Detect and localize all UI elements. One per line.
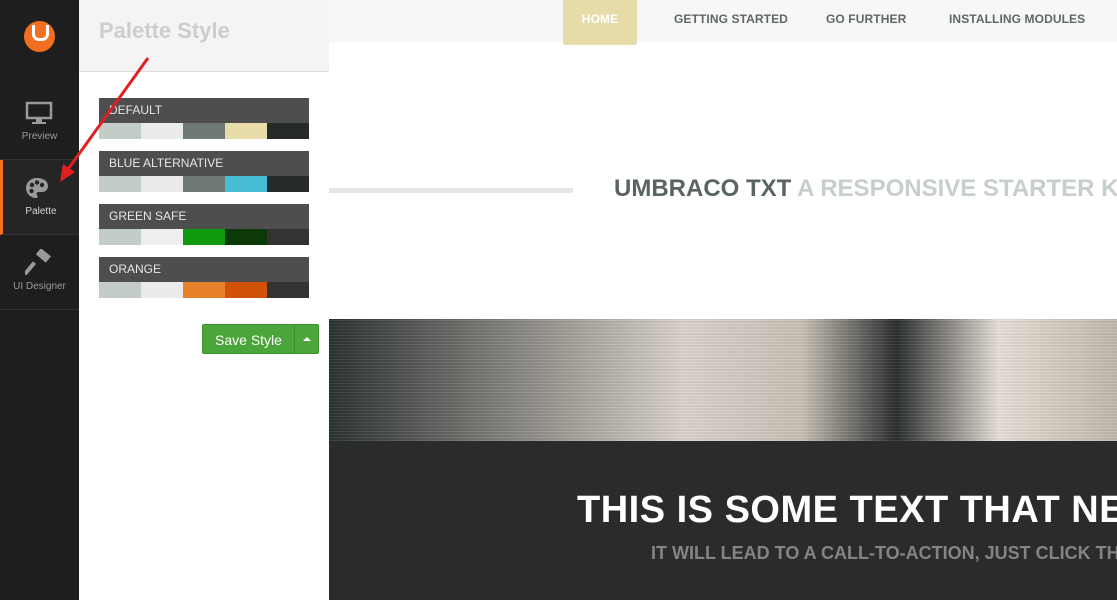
color-swatch bbox=[183, 176, 225, 192]
nav-home[interactable]: HOME bbox=[563, 0, 637, 45]
hero-banner: THIS IS SOME TEXT THAT NEEDS IT WILL LEA… bbox=[329, 319, 1117, 600]
palette-name: ORANGE bbox=[99, 257, 309, 282]
color-swatch bbox=[141, 123, 183, 139]
site-preview: HOME GETTING STARTED GO FURTHER INSTALLI… bbox=[329, 0, 1117, 600]
palette-option-green-safe[interactable]: GREEN SAFE bbox=[99, 204, 309, 245]
sidebar-item-label: Preview bbox=[21, 131, 58, 142]
editor-sidebar: Preview Palette UI Designer bbox=[0, 0, 79, 600]
divider-line bbox=[329, 188, 573, 193]
site-navbar: HOME GETTING STARTED GO FURTHER INSTALLI… bbox=[329, 0, 1117, 45]
color-swatch bbox=[225, 282, 267, 298]
sidebar-item-label: UI Designer bbox=[13, 281, 66, 292]
sidebar-item-ui-designer[interactable]: UI Designer bbox=[0, 235, 79, 310]
site-tagline: UMBRACO TXT A RESPONSIVE STARTER KIT FOR… bbox=[614, 175, 1117, 203]
hammer-icon bbox=[25, 249, 51, 276]
palette-name: BLUE ALTERNATIVE bbox=[99, 151, 309, 176]
hero-image bbox=[329, 319, 1117, 441]
palette-option-blue-alternative[interactable]: BLUE ALTERNATIVE bbox=[99, 151, 309, 192]
palette-name: DEFAULT bbox=[99, 98, 309, 123]
color-swatch bbox=[225, 123, 267, 139]
color-swatch bbox=[267, 229, 309, 245]
hero-subheading: IT WILL LEAD TO A CALL-TO-ACTION, JUST C… bbox=[651, 543, 1117, 563]
palette-name: GREEN SAFE bbox=[99, 204, 309, 229]
color-swatch bbox=[225, 176, 267, 192]
hero-heading: THIS IS SOME TEXT THAT NEEDS bbox=[577, 489, 1117, 531]
nav-installing-modules[interactable]: INSTALLING MODULES bbox=[949, 0, 1085, 42]
palette-option-orange[interactable]: ORANGE bbox=[99, 257, 309, 298]
sidebar-item-preview[interactable]: Preview bbox=[0, 85, 79, 160]
caret-up-icon bbox=[303, 337, 311, 341]
color-swatch bbox=[183, 229, 225, 245]
nav-go-further[interactable]: GO FURTHER bbox=[826, 0, 906, 42]
palette-icon bbox=[26, 178, 48, 198]
palette-option-default[interactable]: DEFAULT bbox=[99, 98, 309, 139]
color-swatch bbox=[267, 282, 309, 298]
tagline-rest: A RESPONSIVE STARTER KIT FOR U bbox=[797, 175, 1117, 202]
color-swatch bbox=[99, 282, 141, 298]
color-swatch bbox=[225, 229, 267, 245]
palette-swatches bbox=[99, 282, 309, 298]
color-swatch bbox=[99, 123, 141, 139]
color-swatch bbox=[99, 229, 141, 245]
sidebar-item-label: Palette bbox=[25, 206, 57, 217]
nav-getting-started[interactable]: GETTING STARTED bbox=[674, 0, 788, 42]
save-options-dropdown-button[interactable] bbox=[294, 324, 319, 354]
color-swatch bbox=[183, 123, 225, 139]
color-swatch bbox=[141, 229, 183, 245]
palette-swatches bbox=[99, 176, 309, 192]
color-swatch bbox=[267, 176, 309, 192]
palette-swatches bbox=[99, 123, 309, 139]
color-swatch bbox=[141, 176, 183, 192]
color-swatch bbox=[183, 282, 225, 298]
panel-title: Palette Style bbox=[99, 18, 230, 43]
umbraco-logo[interactable] bbox=[24, 21, 55, 52]
color-swatch bbox=[267, 123, 309, 139]
save-style-button[interactable]: Save Style bbox=[202, 324, 295, 354]
color-swatch bbox=[141, 282, 183, 298]
palette-panel: Palette Style DEFAULT BLUE ALTERNATIVE G… bbox=[79, 0, 330, 600]
color-swatch bbox=[99, 176, 141, 192]
palette-swatches bbox=[99, 229, 309, 245]
tagline-brand: UMBRACO TXT bbox=[614, 175, 792, 202]
monitor-icon bbox=[25, 101, 53, 124]
panel-header: Palette Style bbox=[79, 0, 329, 72]
sidebar-item-palette[interactable]: Palette bbox=[0, 160, 79, 235]
